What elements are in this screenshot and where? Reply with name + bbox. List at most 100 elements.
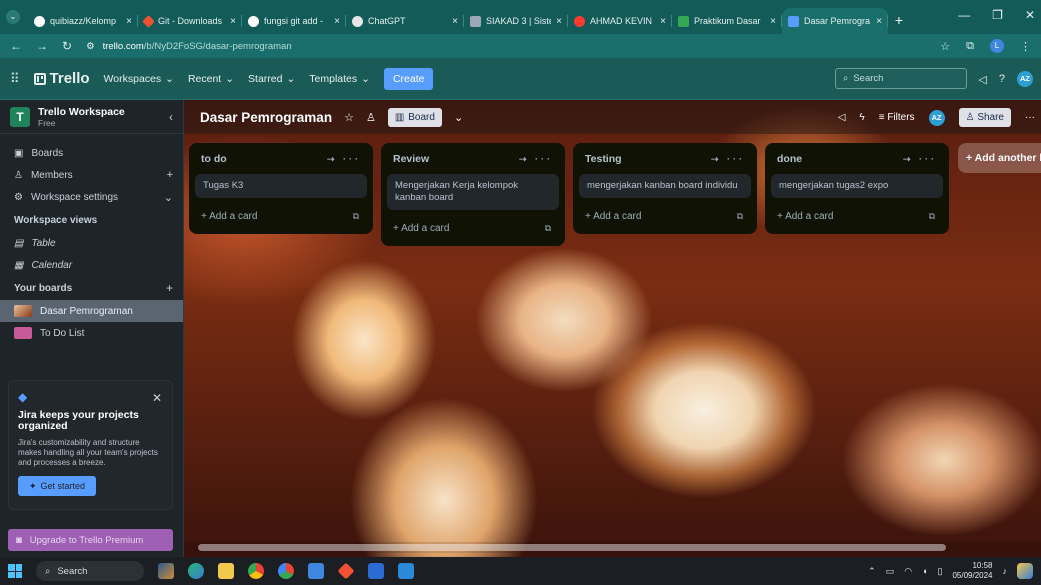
forward-icon[interactable]: → bbox=[36, 39, 48, 53]
sidebar-item-calendar[interactable]: ▦ Calendar bbox=[0, 254, 183, 276]
minimize-icon[interactable]: — bbox=[958, 8, 970, 22]
board-title[interactable]: Dasar Pemrograman bbox=[200, 110, 332, 125]
notification-bell-icon[interactable]: ♪ bbox=[1003, 566, 1008, 576]
browser-tab[interactable]: fungsi git add - × bbox=[242, 8, 346, 34]
clock[interactable]: 10:58 05/09/2024 bbox=[952, 561, 992, 581]
show-hidden-icons-icon[interactable]: ⌃ bbox=[868, 566, 876, 577]
widgets-icon[interactable] bbox=[158, 563, 174, 579]
board-menu-icon[interactable]: ··· bbox=[1025, 112, 1035, 123]
list-actions-icon[interactable]: ⇢ ··· bbox=[903, 154, 937, 165]
browser-tab[interactable]: SIAKAD 3 | Sistem × bbox=[464, 8, 568, 34]
list-header[interactable]: Testing ⇢ ··· bbox=[579, 149, 751, 169]
list-header[interactable]: Review ⇢ ··· bbox=[387, 149, 559, 169]
view-switcher-chevron-icon[interactable]: ⌄ bbox=[454, 111, 463, 124]
automation-icon[interactable]: ϟ bbox=[859, 112, 864, 123]
nav-templates[interactable]: Templates ⌄ bbox=[309, 73, 370, 85]
browser-tab[interactable]: quibiazz/Kelomp × bbox=[28, 8, 138, 34]
extensions-icon[interactable]: ⧉ bbox=[966, 40, 974, 53]
add-card-button[interactable]: + Add a card ⧉ bbox=[387, 218, 559, 238]
add-card-button[interactable]: + Add a card ⧉ bbox=[579, 206, 751, 226]
profile-avatar[interactable]: L bbox=[990, 39, 1004, 53]
star-icon[interactable]: ☆ bbox=[344, 111, 354, 124]
bookmark-star-icon[interactable]: ☆ bbox=[940, 40, 950, 53]
app-switcher-icon[interactable]: ⠿ bbox=[10, 71, 20, 87]
browser-tab[interactable]: AHMAD KEVIN × bbox=[568, 8, 672, 34]
collapse-sidebar-icon[interactable]: ‹ bbox=[169, 110, 173, 124]
filters-button[interactable]: ≡ Filters bbox=[879, 112, 915, 123]
sidebar-item-table[interactable]: ▤ Table bbox=[0, 232, 183, 254]
wifi-icon[interactable]: ◠ bbox=[904, 566, 912, 577]
visibility-icon[interactable]: ♙ bbox=[366, 111, 376, 124]
vscode-icon[interactable] bbox=[398, 563, 414, 579]
taskbar-search[interactable]: ⌕ Search bbox=[36, 561, 144, 581]
new-tab-button[interactable]: + bbox=[888, 8, 910, 34]
copilot-icon[interactable] bbox=[188, 563, 204, 579]
card[interactable]: mengerjakan kanban board individu bbox=[579, 174, 751, 198]
sidebar-board-to-do-list[interactable]: To Do List bbox=[0, 322, 183, 344]
create-button[interactable]: Create bbox=[383, 67, 434, 90]
close-tab-icon[interactable]: × bbox=[660, 16, 666, 27]
reload-icon[interactable]: ↻ bbox=[62, 39, 72, 53]
git-icon[interactable] bbox=[337, 562, 355, 580]
app-icon[interactable] bbox=[308, 563, 324, 579]
power-ups-icon[interactable]: ◁ bbox=[838, 112, 846, 123]
close-icon[interactable]: ✕ bbox=[152, 391, 162, 405]
copilot-tray-icon[interactable] bbox=[1017, 563, 1033, 579]
close-tab-icon[interactable]: × bbox=[126, 16, 132, 27]
list-header[interactable]: to do ⇢ ··· bbox=[195, 149, 367, 169]
add-board-icon[interactable]: + bbox=[166, 281, 173, 295]
keyboard-icon[interactable]: ▭ bbox=[886, 566, 895, 577]
tab-search-button[interactable]: ⌄ bbox=[6, 10, 20, 24]
nav-recent[interactable]: Recent ⌄ bbox=[188, 73, 234, 85]
card[interactable]: mengerjakan tugas2 expo bbox=[771, 174, 943, 198]
browser-menu-icon[interactable]: ⋮ bbox=[1020, 40, 1031, 53]
add-card-button[interactable]: + Add a card ⧉ bbox=[195, 206, 367, 226]
help-icon[interactable]: ? bbox=[999, 73, 1005, 85]
chrome-icon[interactable] bbox=[278, 563, 294, 579]
list-actions-icon[interactable]: ⇢ ··· bbox=[327, 154, 361, 165]
nav-workspaces[interactable]: Workspaces ⌄ bbox=[104, 73, 174, 85]
account-avatar[interactable]: AZ bbox=[1017, 71, 1033, 87]
close-tab-icon[interactable]: × bbox=[556, 16, 562, 27]
get-started-button[interactable]: ✦ Get started bbox=[18, 476, 96, 496]
close-tab-icon[interactable]: × bbox=[876, 16, 882, 27]
add-another-list-button[interactable]: + Add another list bbox=[958, 143, 1041, 173]
close-tab-icon[interactable]: × bbox=[452, 16, 458, 27]
horizontal-scrollbar-thumb[interactable] bbox=[198, 544, 946, 551]
url-field[interactable]: ⚙ trello.com/b/NyD2FoSG/dasar-pemrograma… bbox=[86, 36, 927, 56]
browser-tab[interactable]: Git - Downloads × bbox=[138, 8, 242, 34]
template-icon[interactable]: ⧉ bbox=[545, 223, 551, 234]
template-icon[interactable]: ⧉ bbox=[737, 211, 743, 222]
sidebar-item-boards[interactable]: ▣ Boards bbox=[0, 142, 183, 164]
site-info-icon[interactable]: ⚙ bbox=[86, 41, 95, 52]
list-actions-icon[interactable]: ⇢ ··· bbox=[519, 154, 553, 165]
battery-icon[interactable]: ▯ bbox=[938, 566, 943, 577]
template-icon[interactable]: ⧉ bbox=[353, 211, 359, 222]
restore-icon[interactable]: ❐ bbox=[992, 8, 1003, 22]
card[interactable]: Tugas K3 bbox=[195, 174, 367, 198]
sidebar-board-dasar-pemrograman[interactable]: Dasar Pemrograman bbox=[0, 300, 183, 322]
card[interactable]: Mengerjakan Kerja kelompok kanban board bbox=[387, 174, 559, 210]
browser-tab[interactable]: Praktikum Dasar × bbox=[672, 8, 782, 34]
windows-start-icon[interactable] bbox=[8, 564, 22, 578]
board-view-button[interactable]: ▥ Board bbox=[387, 107, 442, 127]
upgrade-premium-button[interactable]: ◙ Upgrade to Trello Premium bbox=[8, 529, 173, 551]
back-icon[interactable]: ← bbox=[10, 39, 22, 53]
board-member-avatar[interactable]: AZ bbox=[928, 109, 945, 126]
browser-tab-active[interactable]: Dasar Pemrogra × bbox=[782, 8, 888, 34]
chrome-beta-icon[interactable] bbox=[248, 563, 264, 579]
list-header[interactable]: done ⇢ ··· bbox=[771, 149, 943, 169]
browser-tab[interactable]: ChatGPT × bbox=[346, 8, 464, 34]
template-icon[interactable]: ⧉ bbox=[929, 211, 935, 222]
nav-starred[interactable]: Starred ⌄ bbox=[248, 73, 295, 85]
volume-icon[interactable]: ◖ bbox=[922, 566, 927, 576]
notifications-icon[interactable]: ◁ bbox=[978, 73, 986, 86]
list-actions-icon[interactable]: ⇢ ··· bbox=[711, 154, 745, 165]
add-card-button[interactable]: + Add a card ⧉ bbox=[771, 206, 943, 226]
search-input[interactable]: ⌕ Search bbox=[835, 68, 967, 89]
close-tab-icon[interactable]: × bbox=[770, 16, 776, 27]
add-member-icon[interactable]: + bbox=[167, 169, 173, 181]
trello-logo[interactable]: Trello bbox=[33, 70, 90, 87]
share-button[interactable]: ♙ Share bbox=[958, 108, 1011, 127]
word-icon[interactable] bbox=[368, 563, 384, 579]
